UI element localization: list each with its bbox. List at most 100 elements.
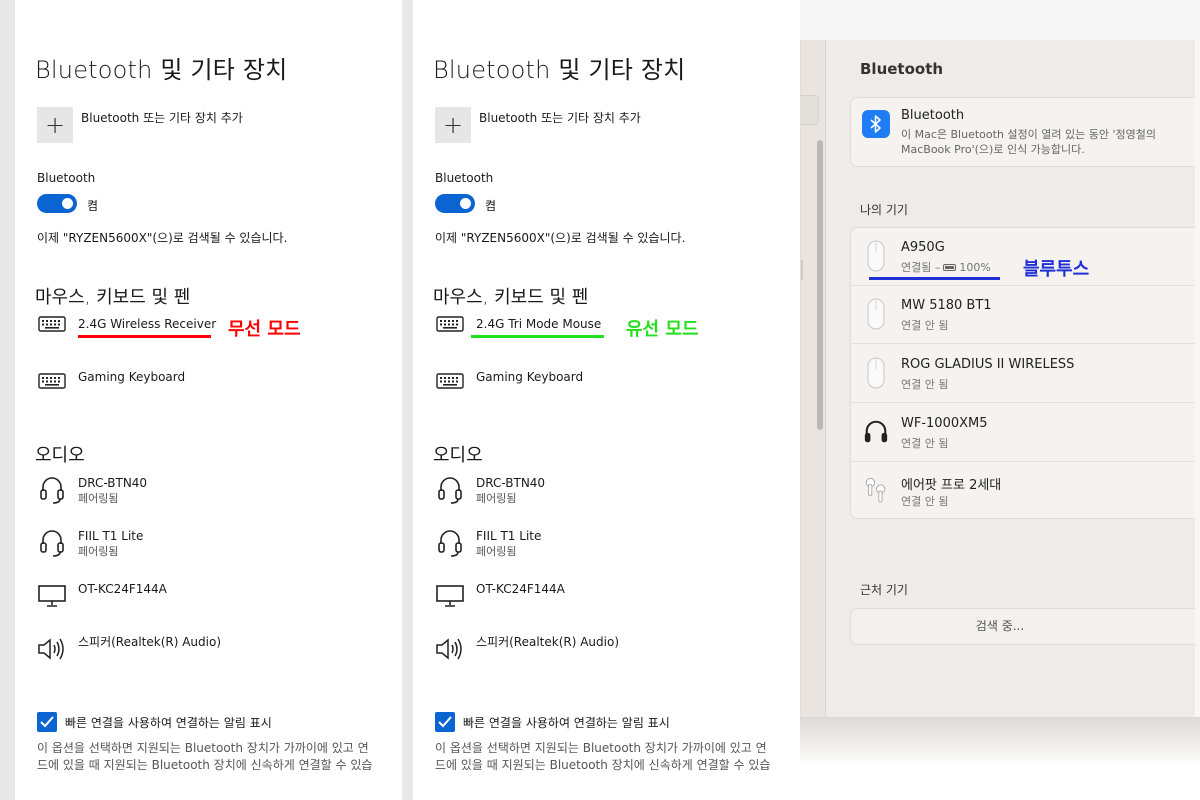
page-title: Bluetooth 및 기타 장치 — [433, 56, 686, 84]
device-name: 스피커(Realtek(R) Audio) — [78, 635, 222, 649]
device-name: Gaming Keyboard — [78, 370, 186, 384]
window-shadow — [800, 717, 1200, 800]
device-name: A950G — [901, 240, 945, 255]
device-item[interactable]: OT-KC24F144A — [37, 581, 167, 611]
device-name: DRC-BTN40 — [78, 476, 148, 490]
device-status: 페어링됨 — [476, 545, 517, 558]
device-name: FIIL T1 Lite — [78, 529, 144, 543]
device-status: 연결 안 됨 — [901, 319, 949, 332]
add-device-label: Bluetooth 또는 기타 장치 추가 — [479, 111, 641, 125]
device-item[interactable]: OT-KC24F144A — [435, 581, 565, 611]
description-line-1: 이 옵션을 선택하면 지원되는 Bluetooth 장치가 가까이에 있고 연 — [37, 741, 369, 755]
device-status: 연결 안 됨 — [901, 495, 949, 508]
device-row[interactable]: MW 5180 BT1 연결 안 됨 — [851, 286, 1195, 344]
device-status: 연결됨 –100% — [901, 261, 991, 274]
battery-icon — [943, 263, 957, 271]
nearby-devices-heading: 근처 기기 — [860, 583, 908, 597]
device-item[interactable]: 스피커(Realtek(R) Audio) — [435, 634, 619, 664]
my-devices-heading: 나의 기기 — [860, 203, 908, 217]
section-heading-input: 마우스, 키보드 및 펜 — [433, 287, 589, 308]
mouse-icon — [863, 295, 889, 333]
quick-connect-label: 빠른 연결을 사용하여 연결하는 알림 표시 — [65, 716, 272, 730]
device-item[interactable]: FIIL T1 Lite 페어링됨 — [37, 528, 143, 560]
searching-indicator: 검색 중... — [850, 608, 1195, 645]
discoverable-text: 이제 "RYZEN5600X"(으)로 검색될 수 있습니다. — [37, 231, 288, 245]
checkmark-icon — [438, 716, 452, 728]
toggle-state-label: 켬 — [87, 199, 99, 213]
discoverable-text: 이제 "RYZEN5600X"(으)로 검색될 수 있습니다. — [435, 231, 686, 245]
annotation-underline — [471, 335, 604, 338]
device-item[interactable]: Gaming Keyboard — [435, 369, 583, 399]
device-name: 스피커(Realtek(R) Audio) — [476, 635, 620, 649]
headset-icon — [37, 528, 67, 558]
headset-icon — [435, 528, 465, 558]
mac-bluetooth-settings: Bluetooth Bluetooth 이 Mac은 Bluetooth 설정이… — [800, 40, 1195, 717]
quick-connect-description: 이 옵션을 선택하면 지원되는 Bluetooth 장치가 가까이에 있고 연 … — [37, 740, 399, 774]
add-device-label: Bluetooth 또는 기타 장치 추가 — [81, 111, 243, 125]
device-row[interactable]: WF-1000XM5 연결 안 됨 — [851, 404, 1195, 462]
device-item[interactable]: DRC-BTN40 페어링됨 — [37, 475, 147, 507]
description-line-2: 드에 있을 때 지원되는 Bluetooth 장치에 신속하게 연결할 수 있습 — [435, 758, 771, 772]
monitor-icon — [37, 581, 67, 611]
device-name: FIIL T1 Lite — [476, 529, 542, 543]
plus-icon: + — [37, 107, 73, 143]
plus-icon: + — [435, 107, 471, 143]
keyboard-icon — [435, 369, 465, 399]
device-row[interactable]: 에어팟 프로 2세대 연결 안 됨 — [851, 462, 1195, 520]
bluetooth-toggle[interactable] — [37, 194, 77, 213]
bluetooth-card: Bluetooth 이 Mac은 Bluetooth 설정이 열려 있는 동안 … — [850, 97, 1195, 167]
airpods-icon — [863, 471, 889, 509]
device-status: 연결 안 됨 — [901, 378, 949, 391]
sidebar-divider — [801, 260, 803, 280]
scrollbar[interactable] — [817, 140, 823, 430]
keyboard-icon — [435, 316, 465, 346]
headset-icon — [37, 475, 67, 505]
separator-left — [0, 0, 15, 800]
device-name: MW 5180 BT1 — [901, 298, 992, 313]
device-name: Gaming Keyboard — [476, 370, 584, 384]
device-row[interactable]: ROG GLADIUS II WIRELESS 연결 안 됨 — [851, 345, 1195, 403]
mouse-icon — [863, 237, 889, 275]
device-item[interactable]: FIIL T1 Lite 페어링됨 — [435, 528, 541, 560]
bluetooth-title: Bluetooth — [901, 108, 965, 123]
mouse-icon — [863, 354, 889, 392]
quick-connect-checkbox[interactable] — [435, 712, 455, 732]
page-title: Bluetooth — [860, 60, 944, 78]
monitor-icon — [435, 581, 465, 611]
device-status: 연결 안 됨 — [901, 437, 949, 450]
keyboard-icon — [37, 369, 67, 399]
description-line-1: 이 옵션을 선택하면 지원되는 Bluetooth 장치가 가까이에 있고 연 — [435, 741, 767, 755]
device-name: 2.4G Tri Mode Mouse — [476, 317, 602, 331]
bluetooth-label: Bluetooth — [435, 171, 494, 185]
section-heading-input: 마우스, 키보드 및 펜 — [35, 287, 191, 308]
device-name: OT-KC24F144A — [476, 582, 565, 596]
section-heading-audio: 오디오 — [35, 445, 85, 466]
device-item[interactable]: 2.4G Wireless Receiver — [37, 316, 216, 346]
section-heading-audio: 오디오 — [433, 445, 483, 466]
device-item[interactable]: Gaming Keyboard — [37, 369, 185, 399]
device-item[interactable]: 스피커(Realtek(R) Audio) — [37, 634, 221, 664]
windows-settings-panel-wireless: Bluetooth 및 기타 장치 + Bluetooth 또는 기타 장치 추… — [15, 0, 402, 800]
device-name: DRC-BTN40 — [476, 476, 546, 490]
bluetooth-description: 이 Mac은 Bluetooth 설정이 열려 있는 동안 '정영철의 MacB… — [901, 128, 1156, 156]
device-item[interactable]: DRC-BTN40 페어링됨 — [435, 475, 545, 507]
quick-connect-checkbox[interactable] — [37, 712, 57, 732]
speaker-icon — [37, 634, 67, 664]
sidebar-edge — [801, 40, 826, 717]
device-status: 페어링됨 — [78, 545, 119, 558]
sidebar-search-field[interactable] — [801, 95, 819, 125]
windows-settings-panel-wired: Bluetooth 및 기타 장치 + Bluetooth 또는 기타 장치 추… — [413, 0, 800, 800]
bluetooth-label: Bluetooth — [37, 171, 96, 185]
device-item[interactable]: 2.4G Tri Mode Mouse — [435, 316, 601, 346]
device-status: 페어링됨 — [476, 492, 517, 505]
annotation-underline — [869, 277, 1000, 280]
separator-middle — [402, 0, 413, 800]
headphones-icon — [863, 413, 889, 451]
add-device-button[interactable]: + Bluetooth 또는 기타 장치 추가 — [435, 107, 641, 143]
device-name: 2.4G Wireless Receiver — [78, 317, 217, 331]
annotation-label: 무선 모드 — [228, 319, 301, 340]
bluetooth-toggle[interactable] — [435, 194, 475, 213]
annotation-label: 유선 모드 — [626, 319, 699, 340]
toggle-state-label: 켬 — [485, 199, 497, 213]
add-device-button[interactable]: + Bluetooth 또는 기타 장치 추가 — [37, 107, 243, 143]
